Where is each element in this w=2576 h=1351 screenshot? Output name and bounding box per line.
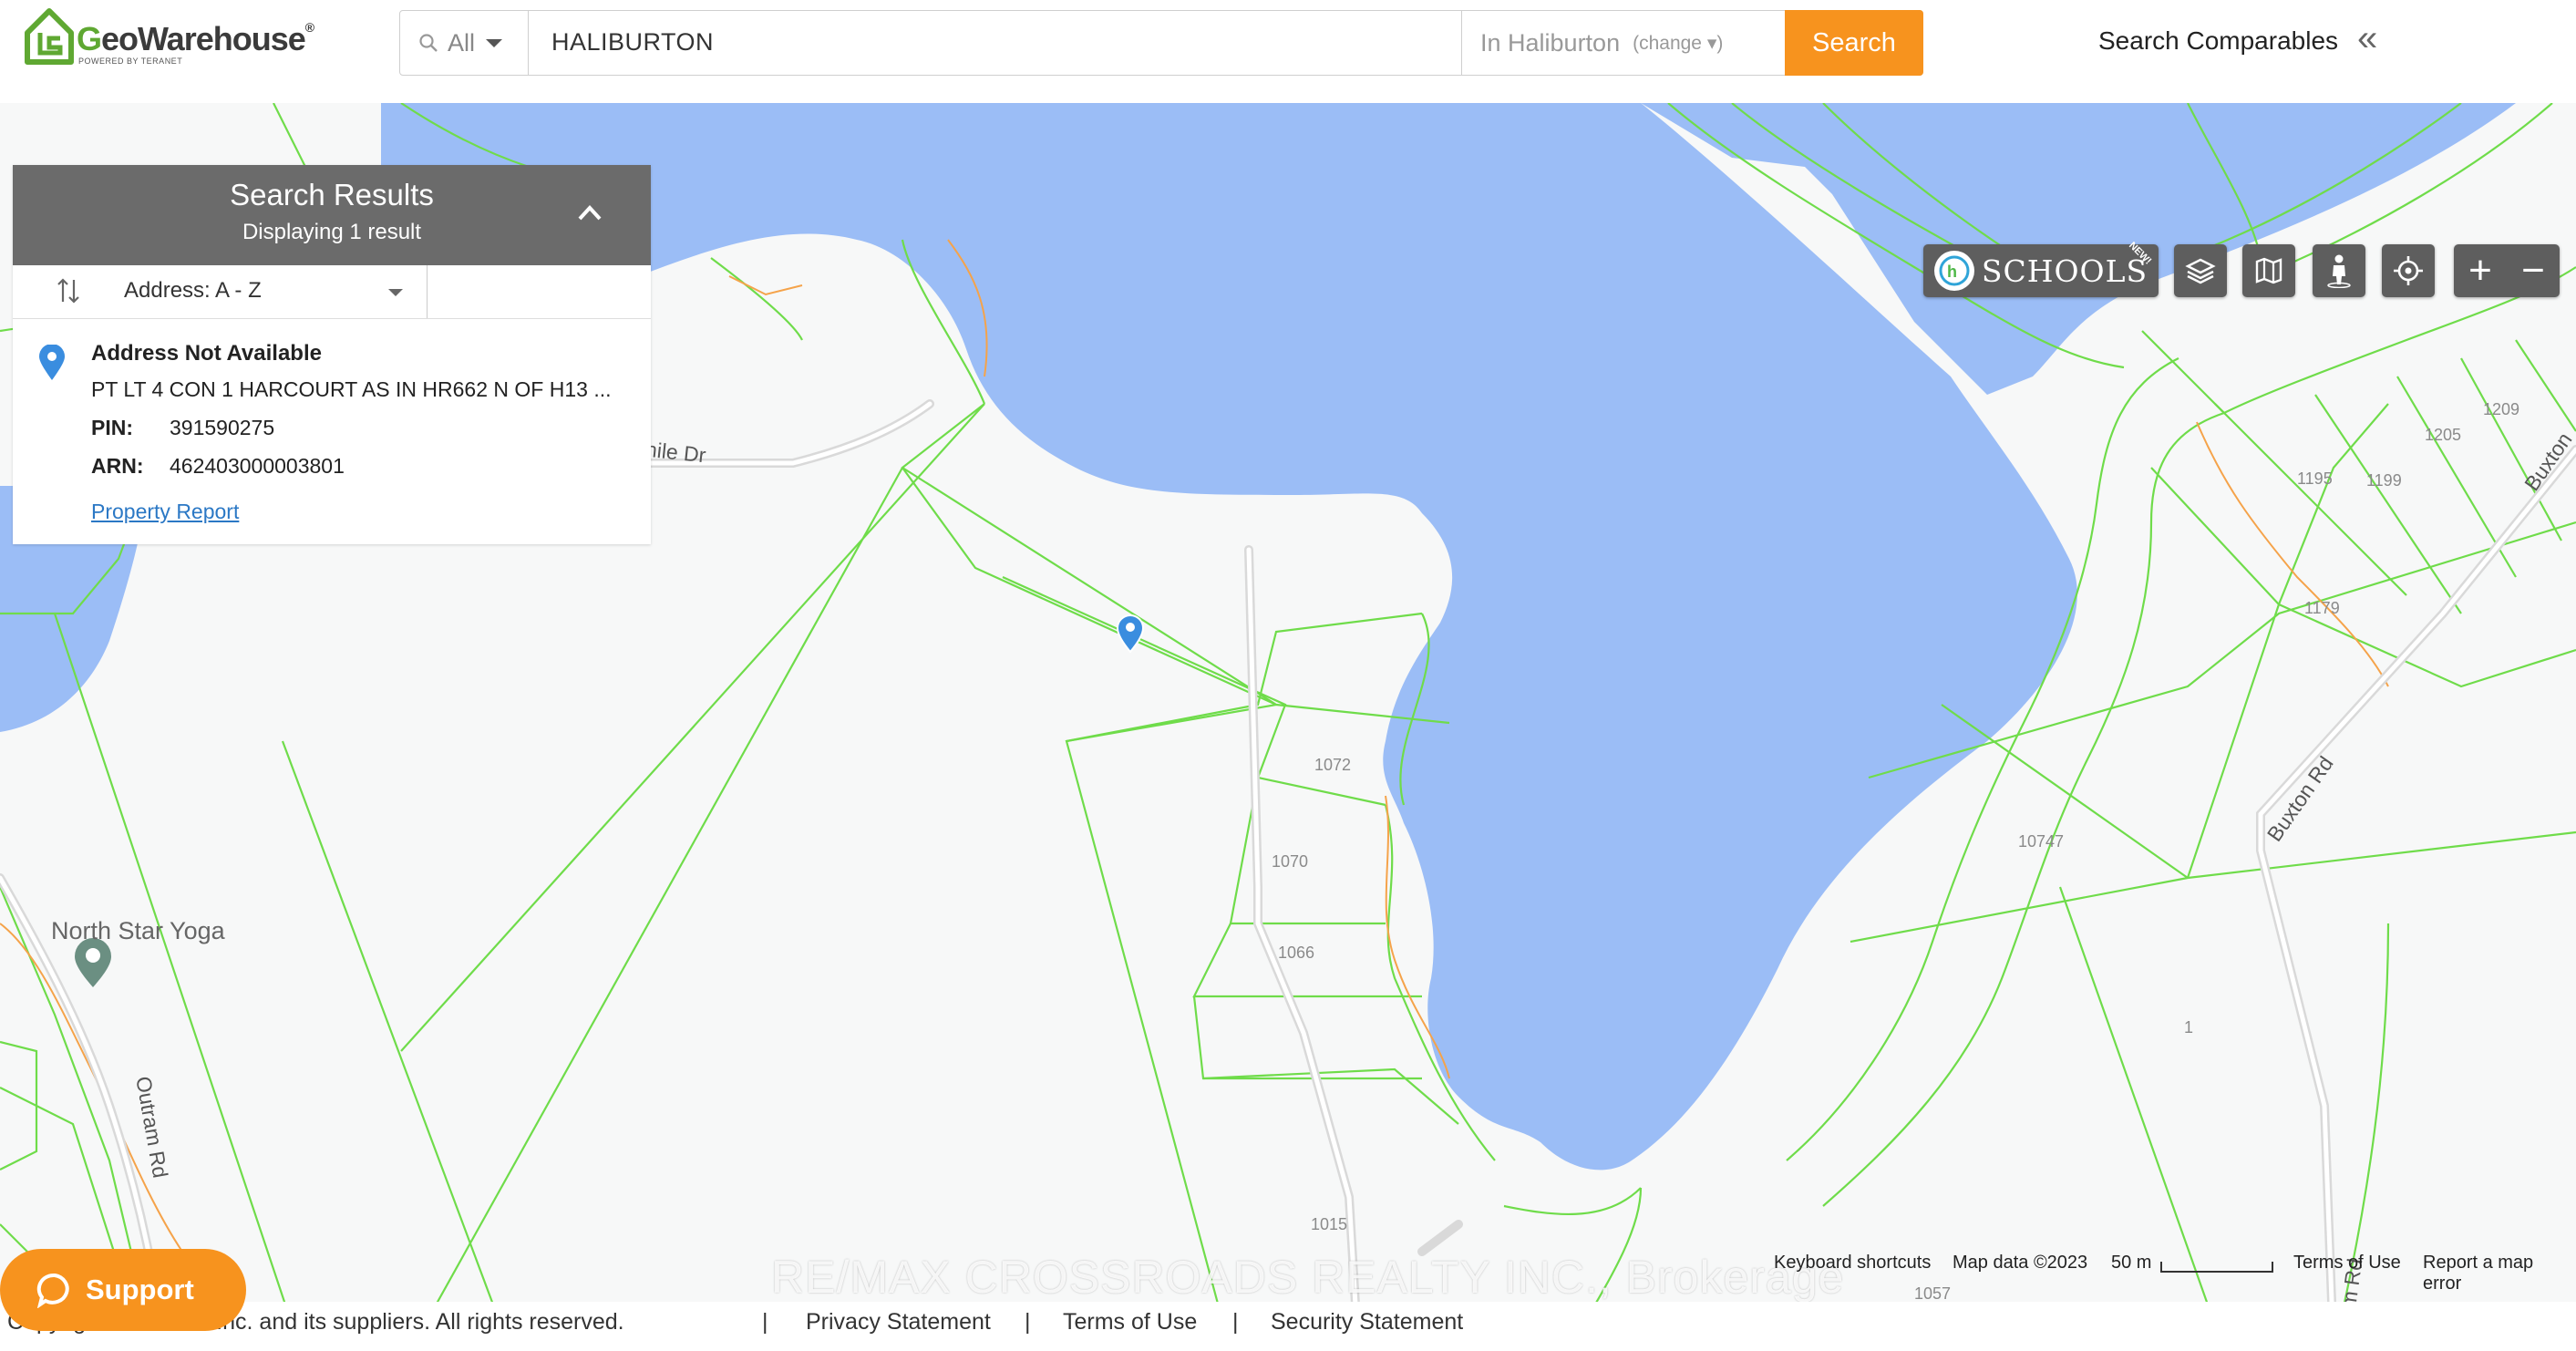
result-legal-description: PT LT 4 CON 1 HARCOURT AS IN HR662 N OF … [91,377,612,401]
layers-button[interactable] [2174,244,2227,297]
schools-logo-icon: h [1933,251,1974,291]
terms-of-use-link[interactable]: Terms of Use [1063,1309,1197,1336]
search-results-title: Search Results [230,178,434,211]
arn-label: ARN: [91,454,144,478]
search-results-count: Displaying 1 result [242,220,422,244]
chevron-down-icon[interactable] [388,289,403,296]
footer-separator: | [1232,1309,1239,1335]
sort-icon[interactable] [57,276,80,305]
zoom-out-button[interactable]: − [2507,244,2560,297]
lot-number-label: 1072 [1314,756,1352,774]
svg-text:h: h [1947,263,1957,281]
property-report-link[interactable]: Property Report [91,500,239,524]
keyboard-shortcuts-link[interactable]: Keyboard shortcuts [1774,1253,1931,1278]
sort-row: Address: A - Z [13,265,651,319]
zoom-controls: + − [2454,244,2560,297]
footer-separator: | [1025,1309,1031,1335]
lot-number-label: 1070 [1272,852,1309,871]
privacy-statement-link[interactable]: Privacy Statement [806,1309,991,1336]
my-location-button[interactable] [2382,244,2435,297]
search-bar: All HALIBURTON In Haliburton (change ▾) … [399,10,1923,76]
search-filter-dropdown[interactable]: All [400,11,529,75]
search-comparables-link[interactable]: Search Comparables [2098,26,2338,56]
search-results-panel: Search Results Displaying 1 result Addre… [13,165,651,544]
street-view-button[interactable] [2313,244,2365,297]
sort-select[interactable]: Address: A - Z [124,278,262,304]
layers-icon [2185,258,2216,284]
lot-number-label: 1015 [1311,1215,1348,1233]
logo-tagline: POWERED BY TERANET [78,57,183,66]
lot-number-label: 1 [2184,1018,2194,1036]
divider [427,265,428,318]
search-results-header: Search Results Displaying 1 result [13,165,651,265]
lot-number-label: 1179 [2304,599,2340,617]
brokerage-watermark: RE/MAX CROSSROADS REALTY INC., Brokerage [771,1252,1845,1303]
yoga-poi-marker-icon [75,938,111,987]
house-logo-icon [25,8,74,65]
schools-label: SCHOOLS [1981,253,2148,289]
map-data-attribution: Map data ©2023 [1953,1253,2088,1273]
search-scope[interactable]: In Haliburton (change ▾) [1461,11,1785,75]
result-item[interactable]: Address Not Available PT LT 4 CON 1 HARC… [13,319,651,543]
location-pin-icon [39,345,65,380]
chat-bubble-icon [36,1273,69,1308]
geowarehouse-logo[interactable]: GeoWarehouse® POWERED BY TERANET [24,7,314,71]
chevron-down-icon [486,38,503,47]
top-header: GeoWarehouse® POWERED BY TERANET All HAL… [0,0,2576,103]
double-chevron-left-icon[interactable]: « [2357,18,2377,59]
map-icon [2255,257,2282,284]
search-button[interactable]: Search [1785,10,1923,76]
search-input[interactable]: HALIBURTON [551,28,714,57]
report-map-error-link[interactable]: Report a map error [2423,1253,2576,1294]
support-label: Support [86,1274,194,1305]
lot-number-label: 10747 [2018,832,2065,851]
change-scope-link[interactable]: (change ▾) [1633,32,1723,55]
lot-number-label: 1199 [2366,471,2402,490]
lot-number-label: 1205 [2425,426,2462,444]
support-button[interactable]: Support [0,1249,246,1331]
search-filter-label: All [448,28,476,57]
lot-number-label: 1209 [2483,400,2520,418]
security-statement-link[interactable]: Security Statement [1271,1309,1463,1336]
pegman-icon [2327,254,2351,288]
result-title: Address Not Available [91,341,322,366]
search-icon [419,34,438,52]
poi-label[interactable]: North Star Yoga [51,917,225,945]
map-terms-link[interactable]: Terms of Use [2293,1253,2401,1278]
logo-wordmark: GeoWarehouse® [77,20,314,57]
pin-value: 391590275 [170,416,275,439]
crosshair-icon [2394,256,2423,285]
scale-bar [2160,1262,2273,1273]
property-marker-icon [1116,614,1145,654]
footer-separator: | [762,1309,768,1335]
lot-number-label: 1066 [1278,944,1315,962]
chevron-up-icon[interactable] [578,201,602,225]
scale-label[interactable]: 50 m [2111,1253,2151,1278]
pin-label: PIN: [91,416,133,439]
footer: Copyright © Teranet Inc. and its supplie… [0,1302,2576,1351]
schools-layer-button[interactable]: h SCHOOLS NEW! [1923,240,2159,297]
arn-value: 462403000003801 [170,454,345,478]
search-scope-label: In Haliburton [1480,28,1621,57]
zoom-in-button[interactable]: + [2454,244,2507,297]
lot-number-label: 1057 [1914,1284,1952,1303]
map-type-button[interactable] [2242,244,2295,297]
lot-number-label: 1195 [2297,469,2333,488]
